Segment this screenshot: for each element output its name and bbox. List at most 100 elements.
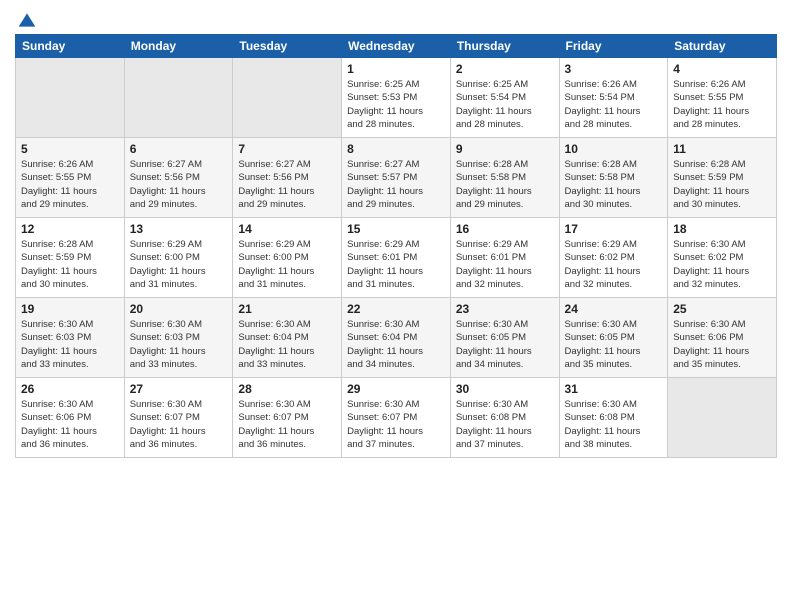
calendar-cell — [124, 58, 233, 138]
day-number: 21 — [238, 302, 336, 316]
day-info: Sunrise: 6:27 AM Sunset: 5:56 PM Dayligh… — [238, 158, 336, 211]
day-number: 30 — [456, 382, 554, 396]
day-info: Sunrise: 6:30 AM Sunset: 6:05 PM Dayligh… — [565, 318, 663, 371]
calendar-cell: 7Sunrise: 6:27 AM Sunset: 5:56 PM Daylig… — [233, 138, 342, 218]
calendar-cell: 6 Sunrise: 6:27 AM Sunset: 5:56 PM Daylig… — [124, 138, 233, 218]
day-number: 1 — [347, 62, 445, 76]
weekday-header: Saturday — [668, 35, 777, 58]
day-number: 16 — [456, 222, 554, 236]
day-info: Sunrise: 6:26 AM Sunset: 5:54 PM Dayligh… — [565, 78, 663, 131]
day-info: Sunrise: 6:29 AM Sunset: 6:00 PM Dayligh… — [130, 238, 228, 291]
calendar-cell: 26 Sunrise: 6:30 AM Sunset: 6:06 PM Dayli… — [16, 378, 125, 458]
day-info: Sunrise: 6:29 AM Sunset: 6:01 PM Dayligh… — [456, 238, 554, 291]
day-info: Sunrise: 6:30 AM Sunset: 6:07 PM Dayligh… — [238, 398, 336, 451]
calendar-cell: 19Sunrise: 6:30 AM Sunset: 6:03 PM Dayli… — [16, 298, 125, 378]
day-number: 5 — [21, 142, 119, 156]
day-info: Sunrise: 6:30 AM Sunset: 6:04 PM Dayligh… — [238, 318, 336, 371]
calendar-cell: 23 Sunrise: 6:30 AM Sunset: 6:05 PM Dayli… — [450, 298, 559, 378]
day-number: 18 — [673, 222, 771, 236]
day-number: 9 — [456, 142, 554, 156]
day-info: Sunrise: 6:30 AM Sunset: 6:07 PM Dayligh… — [130, 398, 228, 451]
calendar-cell: 29 Sunrise: 6:30 AM Sunset: 6:07 PM Dayli… — [342, 378, 451, 458]
day-info: Sunrise: 6:28 AM Sunset: 5:58 PM Dayligh… — [565, 158, 663, 211]
day-number: 13 — [130, 222, 228, 236]
day-number: 6 — [130, 142, 228, 156]
day-number: 23 — [456, 302, 554, 316]
weekday-header-row: SundayMondayTuesdayWednesdayThursdayFrid… — [16, 35, 777, 58]
day-info: Sunrise: 6:28 AM Sunset: 5:59 PM Dayligh… — [673, 158, 771, 211]
day-number: 26 — [21, 382, 119, 396]
calendar-week-row: 1Sunrise: 6:25 AM Sunset: 5:53 PM Daylig… — [16, 58, 777, 138]
calendar-cell: 13 Sunrise: 6:29 AM Sunset: 6:00 PM Dayli… — [124, 218, 233, 298]
day-info: Sunrise: 6:29 AM Sunset: 6:02 PM Dayligh… — [565, 238, 663, 291]
page: SundayMondayTuesdayWednesdayThursdayFrid… — [0, 0, 792, 612]
calendar: SundayMondayTuesdayWednesdayThursdayFrid… — [15, 34, 777, 458]
day-number: 17 — [565, 222, 663, 236]
logo-icon — [17, 10, 37, 30]
day-number: 25 — [673, 302, 771, 316]
calendar-cell: 24 Sunrise: 6:30 AM Sunset: 6:05 PM Dayli… — [559, 298, 668, 378]
day-number: 27 — [130, 382, 228, 396]
day-number: 2 — [456, 62, 554, 76]
day-number: 24 — [565, 302, 663, 316]
day-info: Sunrise: 6:27 AM Sunset: 5:56 PM Dayligh… — [130, 158, 228, 211]
day-number: 8 — [347, 142, 445, 156]
day-number: 15 — [347, 222, 445, 236]
calendar-cell: 2 Sunrise: 6:25 AM Sunset: 5:54 PM Daylig… — [450, 58, 559, 138]
day-info: Sunrise: 6:30 AM Sunset: 6:04 PM Dayligh… — [347, 318, 445, 371]
calendar-cell — [668, 378, 777, 458]
day-info: Sunrise: 6:27 AM Sunset: 5:57 PM Dayligh… — [347, 158, 445, 211]
calendar-cell: 31Sunrise: 6:30 AM Sunset: 6:08 PM Dayli… — [559, 378, 668, 458]
calendar-cell: 9 Sunrise: 6:28 AM Sunset: 5:58 PM Daylig… — [450, 138, 559, 218]
calendar-week-row: 19Sunrise: 6:30 AM Sunset: 6:03 PM Dayli… — [16, 298, 777, 378]
calendar-cell: 5Sunrise: 6:26 AM Sunset: 5:55 PM Daylig… — [16, 138, 125, 218]
calendar-cell: 14Sunrise: 6:29 AM Sunset: 6:00 PM Dayli… — [233, 218, 342, 298]
calendar-cell: 15 Sunrise: 6:29 AM Sunset: 6:01 PM Dayli… — [342, 218, 451, 298]
day-info: Sunrise: 6:30 AM Sunset: 6:06 PM Dayligh… — [673, 318, 771, 371]
day-info: Sunrise: 6:26 AM Sunset: 5:55 PM Dayligh… — [673, 78, 771, 131]
day-info: Sunrise: 6:25 AM Sunset: 5:54 PM Dayligh… — [456, 78, 554, 131]
calendar-cell: 17 Sunrise: 6:29 AM Sunset: 6:02 PM Dayli… — [559, 218, 668, 298]
day-number: 11 — [673, 142, 771, 156]
day-number: 14 — [238, 222, 336, 236]
weekday-header: Wednesday — [342, 35, 451, 58]
calendar-cell: 10Sunrise: 6:28 AM Sunset: 5:58 PM Dayli… — [559, 138, 668, 218]
weekday-header: Monday — [124, 35, 233, 58]
calendar-cell: 25 Sunrise: 6:30 AM Sunset: 6:06 PM Dayli… — [668, 298, 777, 378]
calendar-cell — [16, 58, 125, 138]
logo-text — [15, 10, 37, 30]
day-info: Sunrise: 6:30 AM Sunset: 6:03 PM Dayligh… — [21, 318, 119, 371]
day-info: Sunrise: 6:30 AM Sunset: 6:03 PM Dayligh… — [130, 318, 228, 371]
calendar-cell: 3 Sunrise: 6:26 AM Sunset: 5:54 PM Daylig… — [559, 58, 668, 138]
weekday-header: Thursday — [450, 35, 559, 58]
day-number: 22 — [347, 302, 445, 316]
calendar-cell: 8 Sunrise: 6:27 AM Sunset: 5:57 PM Daylig… — [342, 138, 451, 218]
calendar-week-row: 12 Sunrise: 6:28 AM Sunset: 5:59 PM Dayli… — [16, 218, 777, 298]
day-info: Sunrise: 6:28 AM Sunset: 5:59 PM Dayligh… — [21, 238, 119, 291]
calendar-week-row: 26 Sunrise: 6:30 AM Sunset: 6:06 PM Dayli… — [16, 378, 777, 458]
calendar-cell: 21 Sunrise: 6:30 AM Sunset: 6:04 PM Dayli… — [233, 298, 342, 378]
weekday-header: Tuesday — [233, 35, 342, 58]
calendar-cell: 1Sunrise: 6:25 AM Sunset: 5:53 PM Daylig… — [342, 58, 451, 138]
calendar-cell: 12 Sunrise: 6:28 AM Sunset: 5:59 PM Dayli… — [16, 218, 125, 298]
logo — [15, 10, 37, 26]
day-info: Sunrise: 6:30 AM Sunset: 6:05 PM Dayligh… — [456, 318, 554, 371]
day-number: 31 — [565, 382, 663, 396]
day-info: Sunrise: 6:30 AM Sunset: 6:06 PM Dayligh… — [21, 398, 119, 451]
calendar-cell: 16 Sunrise: 6:29 AM Sunset: 6:01 PM Dayli… — [450, 218, 559, 298]
header — [15, 10, 777, 26]
day-info: Sunrise: 6:28 AM Sunset: 5:58 PM Dayligh… — [456, 158, 554, 211]
day-number: 12 — [21, 222, 119, 236]
calendar-cell: 18 Sunrise: 6:30 AM Sunset: 6:02 PM Dayli… — [668, 218, 777, 298]
day-info: Sunrise: 6:29 AM Sunset: 6:01 PM Dayligh… — [347, 238, 445, 291]
weekday-header: Friday — [559, 35, 668, 58]
day-info: Sunrise: 6:30 AM Sunset: 6:07 PM Dayligh… — [347, 398, 445, 451]
day-number: 3 — [565, 62, 663, 76]
day-number: 28 — [238, 382, 336, 396]
day-number: 4 — [673, 62, 771, 76]
day-number: 29 — [347, 382, 445, 396]
calendar-week-row: 5Sunrise: 6:26 AM Sunset: 5:55 PM Daylig… — [16, 138, 777, 218]
calendar-cell: 27 Sunrise: 6:30 AM Sunset: 6:07 PM Dayli… — [124, 378, 233, 458]
day-info: Sunrise: 6:30 AM Sunset: 6:02 PM Dayligh… — [673, 238, 771, 291]
calendar-cell: 11 Sunrise: 6:28 AM Sunset: 5:59 PM Dayli… — [668, 138, 777, 218]
